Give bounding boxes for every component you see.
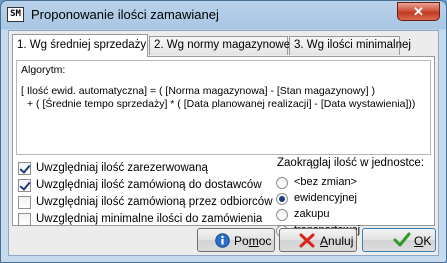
tab-label: 1. Wg średniej sprzedaży	[17, 39, 147, 51]
window-title: Proponowanie ilości zamawianej	[31, 7, 219, 22]
radio-label: <bez zmian>	[294, 176, 357, 188]
dialog-window: SM Proponowanie ilości zamawianej ✕ 1. W…	[0, 0, 447, 263]
checkbox-label: Uwzględniaj ilość zamówioną przez odbior…	[36, 196, 273, 208]
checkbox[interactable]	[18, 196, 31, 209]
ok-button-label: OK	[414, 234, 432, 248]
checkbox[interactable]	[18, 179, 31, 192]
ok-button[interactable]: OK	[362, 228, 436, 252]
tab-label: 2. Wg normy magazynowej	[154, 39, 293, 51]
radio-label: ewidencyjnej	[294, 192, 357, 204]
info-icon	[215, 233, 230, 251]
checkbox[interactable]	[18, 162, 31, 175]
cancel-button-label: Anuluj	[320, 234, 354, 248]
checkbox-label: Uwzględniaj minimalne ilości do zamówien…	[36, 213, 263, 225]
algorithm-line-1: [ Ilość ewid. automatyczna] = ( [Norma m…	[21, 85, 375, 97]
cancel-x-icon	[299, 233, 315, 251]
checkbox-label: Uwzględniaj ilość zarezerwowaną	[36, 162, 208, 174]
tab-panel: Algorytm: [ Ilość ewid. automatyczna] = …	[12, 56, 435, 237]
algorithm-spacer	[21, 77, 426, 85]
checkmark-icon	[393, 232, 411, 251]
algorithm-line-2: + ( [Średnie tempo sprzedaży] * ( [Data …	[27, 98, 416, 110]
radio-label: zakupu	[294, 208, 330, 220]
algorithm-box: Algorytm: [ Ilość ewid. automatyczna] = …	[16, 60, 431, 155]
help-button[interactable]: Pomoc	[197, 228, 275, 252]
dialog-body: 1. Wg średniej sprzedaży 2. Wg normy mag…	[8, 30, 439, 256]
cancel-button[interactable]: Anuluj	[279, 228, 357, 252]
checkbox[interactable]	[18, 213, 31, 226]
radio-button[interactable]	[276, 209, 288, 221]
tab-average-sales[interactable]: 1. Wg średniej sprzedaży	[12, 34, 148, 57]
tab-stock-norm[interactable]: 2. Wg normy magazynowej	[149, 36, 293, 55]
checkbox-label: Uwzględniaj ilość zamówioną do dostawców	[36, 179, 262, 191]
rounding-title: Zaokrąglaj ilość w jednostce:	[277, 157, 425, 169]
help-button-label: Pomoc	[234, 234, 272, 248]
title-bar[interactable]: SM Proponowanie ilości zamawianej ✕	[1, 1, 446, 29]
radio-button[interactable]	[276, 177, 288, 189]
tab-label: 3. Wg ilości minimalnej	[294, 39, 411, 51]
tab-minimum-quantity[interactable]: 3. Wg ilości minimalnej	[289, 36, 411, 55]
close-button[interactable]: ✕	[397, 2, 440, 21]
algorithm-heading: Algorytm:	[21, 64, 66, 76]
app-icon: SM	[7, 7, 24, 22]
radio-button[interactable]	[276, 193, 288, 205]
